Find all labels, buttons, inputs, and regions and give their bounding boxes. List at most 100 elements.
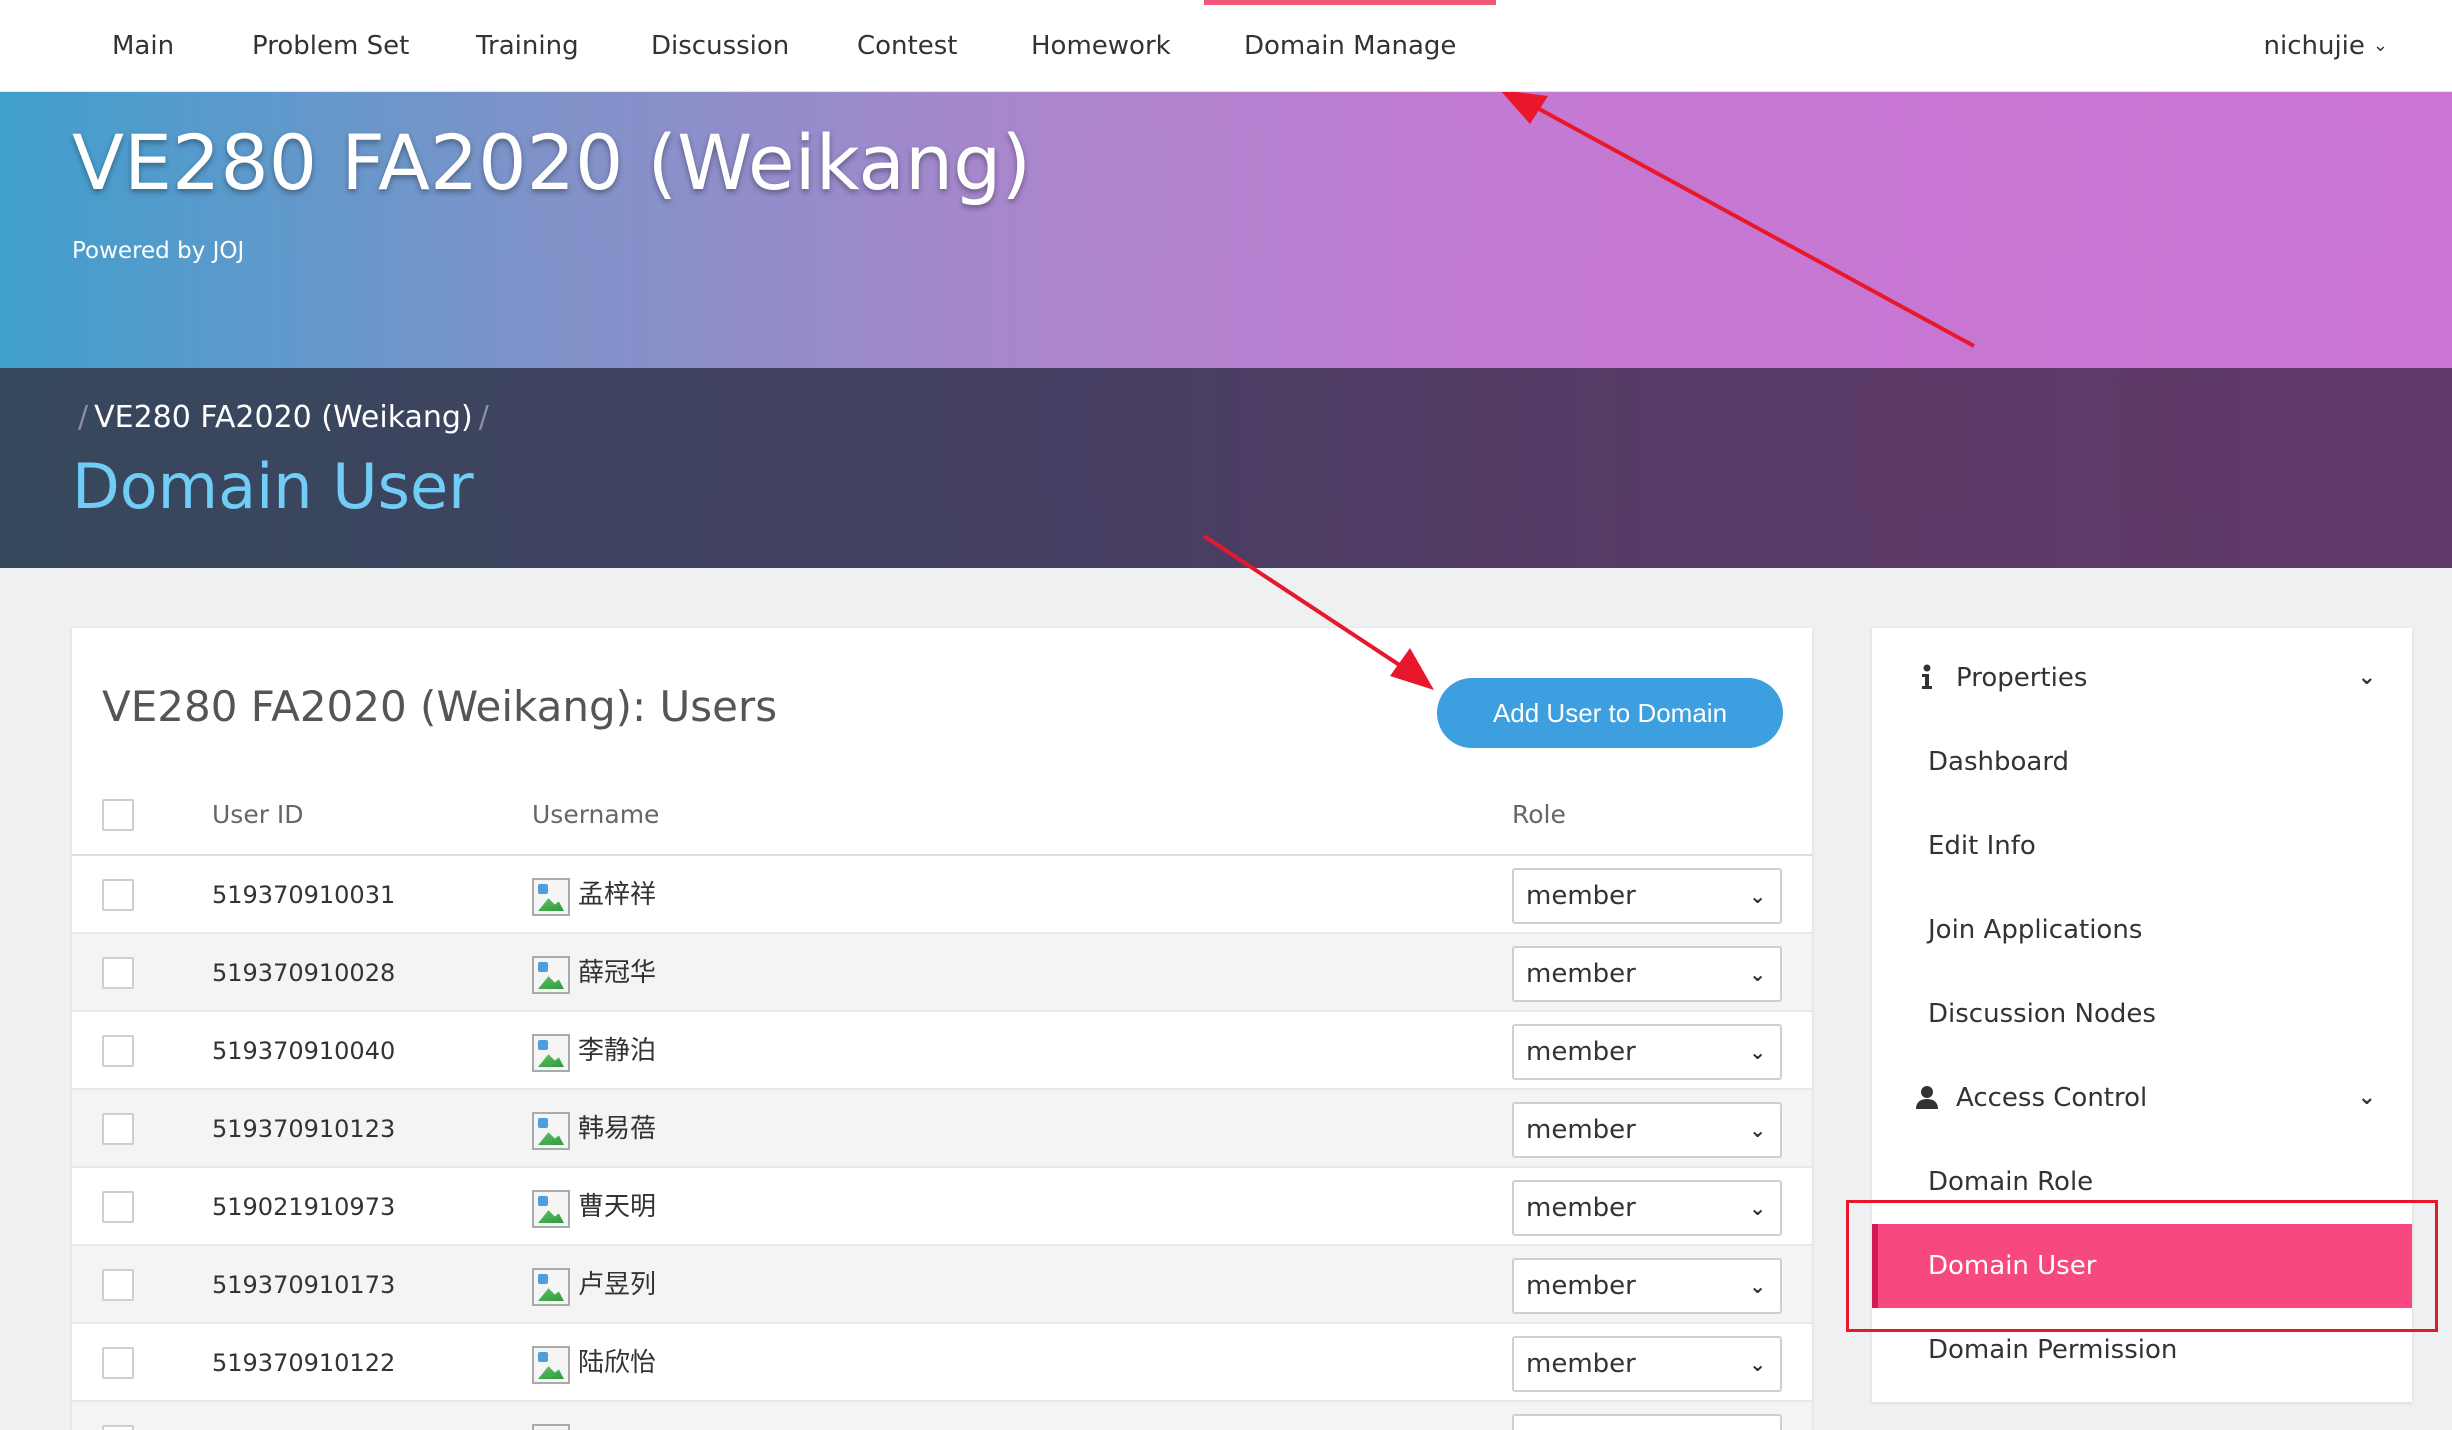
role-select[interactable] bbox=[1512, 1414, 1782, 1430]
role-value: member bbox=[1526, 1349, 1636, 1379]
avatar bbox=[532, 1190, 570, 1228]
role-select[interactable]: member ⌄ bbox=[1512, 1102, 1782, 1158]
username-link[interactable]: 薛冠华 bbox=[578, 934, 656, 1012]
username-link[interactable]: 韩易蓓 bbox=[578, 1090, 656, 1168]
sidebar-item-edit-info[interactable]: Edit Info bbox=[1872, 804, 2412, 888]
breadcrumb-separator: / bbox=[478, 400, 489, 435]
user-id: 519370910040 bbox=[212, 1037, 396, 1065]
hero-header: VE280 FA2020 (Weikang) Powered by JOJ bbox=[0, 92, 2452, 368]
role-value: member bbox=[1526, 1193, 1636, 1223]
role-value: member bbox=[1526, 1115, 1636, 1145]
nav-discussion[interactable]: Discussion bbox=[651, 0, 789, 92]
role-value: member bbox=[1526, 959, 1636, 989]
nav-training[interactable]: Training bbox=[476, 0, 579, 92]
username-link[interactable]: 李静泊 bbox=[578, 1012, 656, 1090]
sidebar-item-domain-role[interactable]: Domain Role bbox=[1872, 1140, 2412, 1224]
user-id: 519370910123 bbox=[212, 1115, 396, 1143]
avatar bbox=[532, 956, 570, 994]
chevron-down-icon: ⌄ bbox=[1749, 1118, 1766, 1142]
avatar bbox=[532, 1424, 570, 1430]
page-banner: / VE280 FA2020 (Weikang) / Domain User bbox=[0, 368, 2452, 568]
row-checkbox[interactable] bbox=[102, 1035, 134, 1067]
users-card: VE280 FA2020 (Weikang): Users Add User t… bbox=[72, 628, 1812, 1430]
role-value: member bbox=[1526, 881, 1636, 911]
username-link[interactable]: 孟梓祥 bbox=[578, 856, 656, 934]
sidebar-section-label: Access Control bbox=[1956, 1083, 2148, 1113]
chevron-down-icon: ⌄ bbox=[1749, 1040, 1766, 1064]
sidebar-item-domain-user[interactable]: Domain User bbox=[1872, 1224, 2412, 1308]
table-row: 519370910122 陆欣怡 member ⌄ bbox=[72, 1324, 1812, 1402]
sidebar-item-join-applications[interactable]: Join Applications bbox=[1872, 888, 2412, 972]
row-checkbox[interactable] bbox=[102, 957, 134, 989]
sidebar-item-domain-permission[interactable]: Domain Permission bbox=[1872, 1308, 2412, 1392]
avatar bbox=[532, 1346, 570, 1384]
row-checkbox[interactable] bbox=[102, 1347, 134, 1379]
role-select[interactable]: member ⌄ bbox=[1512, 1258, 1782, 1314]
select-all-checkbox[interactable] bbox=[102, 799, 134, 831]
nav-contest[interactable]: Contest bbox=[857, 0, 957, 92]
nav-main[interactable]: Main bbox=[112, 0, 174, 92]
chevron-down-icon: ⌄ bbox=[1749, 1196, 1766, 1220]
role-select[interactable]: member ⌄ bbox=[1512, 868, 1782, 924]
user-icon bbox=[1916, 1086, 1938, 1109]
page-title: Domain User bbox=[72, 450, 474, 523]
info-icon bbox=[1922, 664, 1932, 689]
user-id: 519021910973 bbox=[212, 1193, 396, 1221]
row-checkbox[interactable] bbox=[102, 1113, 134, 1145]
sidebar-item-discussion-nodes[interactable]: Discussion Nodes bbox=[1872, 972, 2412, 1056]
breadcrumb: / VE280 FA2020 (Weikang) / bbox=[72, 400, 495, 435]
avatar bbox=[532, 878, 570, 916]
table-row: 519370910031 孟梓祥 member ⌄ bbox=[72, 856, 1812, 934]
user-id: 519370910028 bbox=[212, 959, 396, 987]
row-checkbox[interactable] bbox=[102, 879, 134, 911]
role-value: member bbox=[1526, 1271, 1636, 1301]
chevron-down-icon[interactable]: ⌄ bbox=[2358, 1056, 2376, 1140]
nav-problem-set[interactable]: Problem Set bbox=[252, 0, 409, 92]
username-link[interactable]: 卢昱列 bbox=[578, 1246, 656, 1324]
avatar bbox=[532, 1112, 570, 1150]
add-user-button[interactable]: Add User to Domain bbox=[1437, 678, 1783, 748]
user-menu[interactable]: nichujie ⌄ bbox=[2264, 0, 2389, 92]
username-link[interactable]: 曹天明 bbox=[578, 1168, 656, 1246]
role-select[interactable]: member ⌄ bbox=[1512, 1180, 1782, 1236]
nav-domain-manage[interactable]: Domain Manage bbox=[1203, 0, 1497, 92]
chevron-down-icon: ⌄ bbox=[1749, 884, 1766, 908]
user-id: 519370910031 bbox=[212, 881, 396, 909]
row-checkbox[interactable] bbox=[102, 1269, 134, 1301]
powered-by: Powered by JOJ bbox=[72, 238, 245, 264]
table-row: 519370910028 薛冠华 member ⌄ bbox=[72, 934, 1812, 1012]
username-label: nichujie bbox=[2263, 31, 2365, 61]
table-row: 519021910973 曹天明 member ⌄ bbox=[72, 1168, 1812, 1246]
sidebar-section-label: Properties bbox=[1956, 663, 2088, 693]
row-checkbox[interactable] bbox=[102, 1191, 134, 1223]
chevron-down-icon: ⌄ bbox=[1749, 962, 1766, 986]
role-value: member bbox=[1526, 1037, 1636, 1067]
avatar bbox=[532, 1268, 570, 1306]
top-nav: Main Problem Set Training Discussion Con… bbox=[0, 0, 2452, 92]
chevron-down-icon: ⌄ bbox=[1749, 1274, 1766, 1298]
role-select[interactable]: member ⌄ bbox=[1512, 1024, 1782, 1080]
users-card-title: VE280 FA2020 (Weikang): Users bbox=[102, 682, 778, 731]
username-link[interactable]: 陆欣怡 bbox=[578, 1324, 656, 1402]
column-role: Role bbox=[1512, 800, 1566, 829]
column-user-id: User ID bbox=[212, 800, 304, 829]
domain-manage-sidebar: Properties ⌄ Dashboard Edit Info Join Ap… bbox=[1872, 628, 2412, 1402]
table-header: User ID Username Role bbox=[72, 774, 1812, 856]
nav-homework[interactable]: Homework bbox=[1031, 0, 1171, 92]
breadcrumb-domain-link[interactable]: VE280 FA2020 (Weikang) bbox=[94, 400, 473, 435]
sidebar-item-dashboard[interactable]: Dashboard bbox=[1872, 720, 2412, 804]
column-username: Username bbox=[532, 800, 660, 829]
row-checkbox[interactable] bbox=[102, 1425, 134, 1430]
breadcrumb-separator: / bbox=[78, 400, 89, 435]
table-row bbox=[72, 1402, 1812, 1430]
chevron-down-icon[interactable]: ⌄ bbox=[2358, 636, 2376, 720]
role-select[interactable]: member ⌄ bbox=[1512, 1336, 1782, 1392]
user-id: 519370910173 bbox=[212, 1271, 396, 1299]
sidebar-section-properties[interactable]: Properties ⌄ bbox=[1872, 636, 2412, 720]
chevron-down-icon: ⌄ bbox=[2372, 35, 2388, 56]
table-row: 519370910040 李静泊 member ⌄ bbox=[72, 1012, 1812, 1090]
sidebar-section-access-control[interactable]: Access Control ⌄ bbox=[1872, 1056, 2412, 1140]
table-row: 519370910123 韩易蓓 member ⌄ bbox=[72, 1090, 1812, 1168]
role-select[interactable]: member ⌄ bbox=[1512, 946, 1782, 1002]
table-row: 519370910173 卢昱列 member ⌄ bbox=[72, 1246, 1812, 1324]
